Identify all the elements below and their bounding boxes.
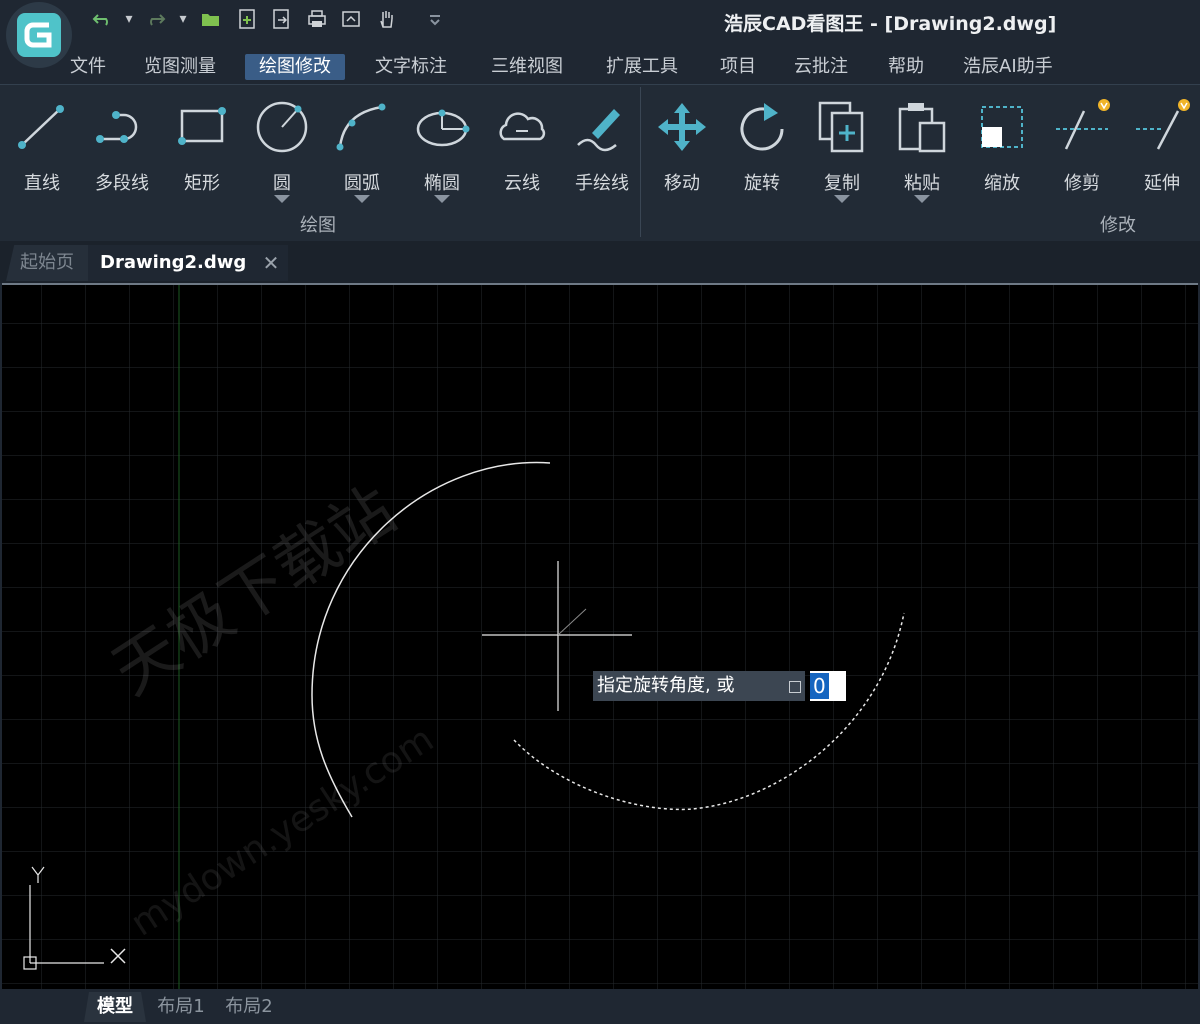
rectangle-icon [178, 107, 226, 145]
menu-file[interactable]: 文件 [56, 54, 120, 80]
close-tab-icon[interactable]: ✕ [262, 245, 280, 281]
paste-label: 粘贴 [904, 173, 940, 194]
circle-button[interactable]: 圆 [244, 93, 320, 211]
customize-dropdown-icon[interactable] [424, 8, 446, 30]
polyline-label: 多段线 [95, 173, 149, 194]
copy-button[interactable]: 复制 [804, 93, 880, 211]
new-file-icon[interactable] [236, 8, 258, 30]
circle-icon [256, 101, 308, 153]
menu-view-measure[interactable]: 览图测量 [130, 54, 230, 80]
rotate-icon [740, 103, 784, 151]
app-logo-icon[interactable] [6, 2, 72, 68]
prompt-text: 指定旋转角度, 或 [597, 675, 735, 696]
menu-cloud-annotate[interactable]: 云批注 [780, 54, 862, 80]
copy-label: 复制 [824, 173, 860, 194]
redo-dropdown-icon[interactable]: ▾ [172, 8, 194, 30]
ellipse-button[interactable]: 椭圆 [404, 93, 480, 211]
line-label: 直线 [24, 173, 60, 194]
ribbon: 直线 多段线 矩形 圆 圆弧 椭圆 云线 手绘线 绘图 移动 旋转 复制 粘贴 … [0, 84, 1200, 242]
modify-group-label: 修改 [1100, 215, 1136, 236]
paste-button[interactable]: 粘贴 [884, 93, 960, 211]
rectangle-label: 矩形 [184, 173, 220, 194]
freehand-icon [577, 109, 620, 152]
menu-project[interactable]: 项目 [706, 54, 770, 80]
move-button[interactable]: 移动 [644, 93, 720, 211]
revcloud-icon [499, 112, 546, 141]
scale-icon [981, 106, 1023, 148]
extend-button[interactable]: 延伸 [1124, 93, 1200, 211]
arc-dropdown-icon[interactable] [354, 195, 370, 203]
copy-icon [818, 101, 864, 153]
title-bar: ▾ ▾ 浩辰CAD看图王 - [Drawing2.dwg] [0, 0, 1200, 68]
menu-ai-assistant[interactable]: 浩辰AI助手 [949, 54, 1067, 80]
trim-icon [1056, 99, 1110, 150]
rotation-angle-input[interactable]: 0 [810, 671, 846, 701]
circle-label: 圆 [273, 173, 291, 194]
polyline-button[interactable]: 多段线 [84, 93, 160, 211]
menu-bar: 文件 览图测量 绘图修改 文字标注 三维视图 扩展工具 项目 云批注 帮助 浩辰… [0, 50, 1200, 84]
arc-icon [336, 103, 386, 151]
pan-hand-icon[interactable] [376, 8, 398, 30]
tab-layout1[interactable]: 布局1 [150, 992, 212, 1022]
move-icon [658, 103, 706, 151]
trim-button[interactable]: 修剪 [1044, 93, 1120, 211]
line-icon [18, 105, 64, 149]
arc-button[interactable]: 圆弧 [324, 93, 400, 211]
paste-icon [898, 103, 946, 153]
tab-model[interactable]: 模型 [84, 992, 146, 1022]
document-tab-bar: 起始页 Drawing2.dwg ✕ [0, 241, 1200, 283]
drawing-canvas[interactable]: 天极下载站 mydown.yesky.com [2, 283, 1198, 989]
arc-label: 圆弧 [344, 173, 380, 194]
draw-group-label: 绘图 [300, 215, 336, 236]
undo-icon[interactable] [92, 8, 114, 30]
scale-button[interactable]: 缩放 [964, 93, 1040, 211]
menu-text-dimension[interactable]: 文字标注 [361, 54, 461, 80]
tab-start-page[interactable]: 起始页 [6, 245, 88, 281]
tab-layout2[interactable]: 布局2 [218, 992, 280, 1022]
line-button[interactable]: 直线 [4, 93, 80, 211]
menu-3d-view[interactable]: 三维视图 [477, 54, 577, 80]
print-icon[interactable] [306, 8, 328, 30]
menu-extend-tools[interactable]: 扩展工具 [592, 54, 692, 80]
circle-dropdown-icon[interactable] [274, 195, 290, 203]
modify-panel: 移动 旋转 复制 粘贴 缩放 修剪 延伸 修改 [644, 87, 1198, 237]
undo-dropdown-icon[interactable]: ▾ [118, 8, 140, 30]
rectangle-button[interactable]: 矩形 [164, 93, 240, 211]
trim-label: 修剪 [1064, 173, 1100, 194]
polyline-icon [96, 111, 138, 143]
save-as-icon[interactable] [270, 8, 292, 30]
ellipse-dropdown-icon[interactable] [434, 195, 450, 203]
revcloud-label: 云线 [504, 173, 540, 194]
scale-label: 缩放 [984, 173, 1020, 194]
ellipse-label: 椭圆 [424, 173, 460, 194]
paste-dropdown-icon[interactable] [914, 195, 930, 203]
window-title: 浩辰CAD看图王 - [Drawing2.dwg] [724, 13, 1057, 35]
menu-draw-modify[interactable]: 绘图修改 [245, 54, 345, 80]
extend-label: 延伸 [1144, 173, 1180, 194]
rotate-label: 旋转 [744, 173, 780, 194]
publish-icon[interactable] [340, 8, 362, 30]
app-window: ▾ ▾ 浩辰CAD看图王 - [Drawing2.dwg] 文件 览图测量 绘图… [0, 0, 1200, 1024]
extend-icon [1136, 99, 1190, 150]
ellipse-icon [416, 109, 470, 147]
options-arrow-icon[interactable] [789, 681, 801, 693]
move-label: 移动 [664, 173, 700, 194]
layout-tab-bar: 模型 布局1 布局2 [0, 989, 1200, 1024]
menu-help[interactable]: 帮助 [874, 54, 938, 80]
dynamic-input-prompt: 指定旋转角度, 或 [593, 671, 805, 701]
revcloud-button[interactable]: 云线 [484, 93, 560, 211]
open-folder-icon[interactable] [200, 8, 222, 30]
tab-drawing2[interactable]: Drawing2.dwg [88, 245, 288, 281]
rotate-button[interactable]: 旋转 [724, 93, 800, 211]
redo-icon[interactable] [144, 8, 166, 30]
freehand-label: 手绘线 [575, 173, 629, 194]
freehand-button[interactable]: 手绘线 [564, 93, 640, 211]
draw-panel: 直线 多段线 矩形 圆 圆弧 椭圆 云线 手绘线 绘图 [2, 87, 641, 237]
copy-dropdown-icon[interactable] [834, 195, 850, 203]
angle-value: 0 [810, 673, 829, 699]
